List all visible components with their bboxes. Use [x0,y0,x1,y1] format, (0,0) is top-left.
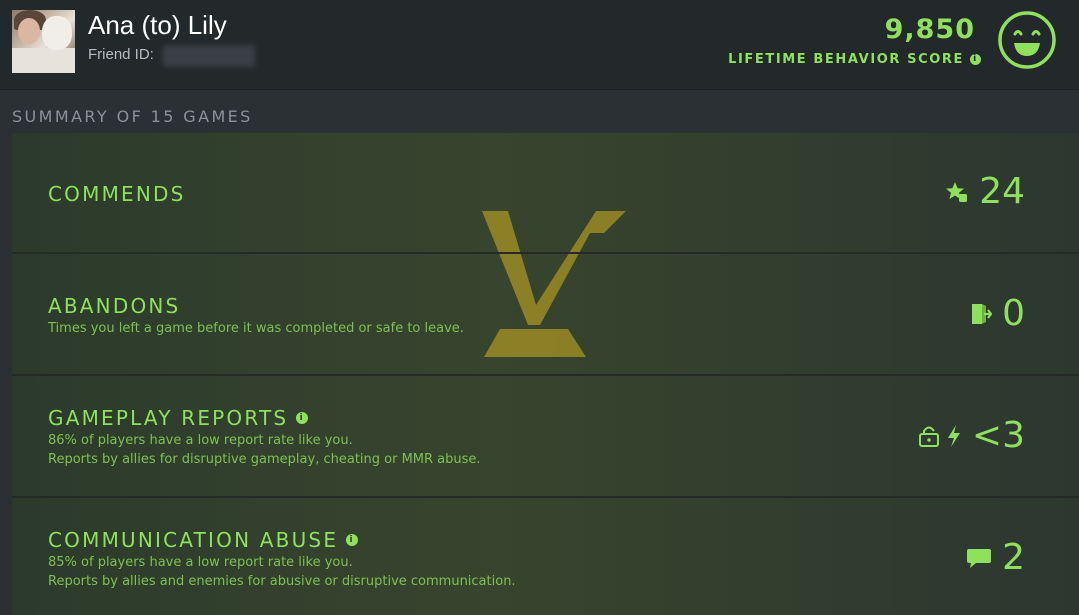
avatar-photo-cat [42,16,72,50]
lightning-icon [947,424,960,447]
avatar[interactable] [12,10,75,73]
commends-title: COMMENDS [48,182,186,206]
gameplay-reports-detail: Reports by allies for disruptive gamepla… [48,452,481,467]
abandons-title: ABANDONS [48,294,180,318]
gameplay-reports-title-text: GAMEPLAY REPORTS [48,406,289,430]
smiley-face-icon [998,11,1056,69]
communication-abuse-row: COMMUNICATION ABUSE i 85% of players hav… [12,498,1079,615]
communication-abuse-detail: Reports by allies and enemies for abusiv… [48,574,516,589]
info-icon[interactable]: i [346,534,359,546]
abandons-row: ABANDONS Times you left a game before it… [12,254,1079,376]
commends-row: COMMENDS 24 [12,133,1079,254]
communication-abuse-value: 2 [966,537,1025,578]
gameplay-reports-row: GAMEPLAY REPORTS i 86% of players have a… [12,376,1079,498]
commends-count: 24 [979,171,1025,212]
commends-value: 24 [945,171,1025,212]
exit-door-icon [972,303,993,324]
star-thumb-icon [946,181,968,202]
behavior-score-label-text: LIFETIME BEHAVIOR SCORE [728,52,964,67]
friend-id-label: Friend ID: [88,46,154,63]
avatar-photo-body [12,48,75,73]
abandons-count: 0 [1002,293,1025,334]
communication-abuse-count: 2 [1002,537,1025,578]
abandons-description: Times you left a game before it was comp… [48,321,464,336]
communication-abuse-title-text: COMMUNICATION ABUSE [48,528,339,552]
summary-title: SUMMARY OF 15 GAMES [12,107,253,126]
communication-abuse-description: 85% of players have a low report rate li… [48,553,516,591]
chat-bubble-icon [967,548,992,568]
communication-abuse-stat: 85% of players have a low report rate li… [48,555,353,570]
behavior-score-value: 9,850 [884,14,975,45]
gameplay-reports-value: <3 [918,415,1025,456]
abandons-title-text: ABANDONS [48,294,181,318]
info-icon[interactable]: i [296,412,309,424]
profile-header: Ana (to) Lily Friend ID: 9,850 LIFETIME … [0,0,1079,90]
lock-icon [918,426,939,447]
player-name: Ana (to) Lily [88,10,227,40]
communication-abuse-title: COMMUNICATION ABUSE i [48,528,359,552]
abandons-value: 0 [970,293,1025,334]
gameplay-reports-description: 86% of players have a low report rate li… [48,431,481,469]
friend-id-redacted [163,45,255,67]
gameplay-reports-title: GAMEPLAY REPORTS i [48,406,309,430]
info-icon[interactable]: i [970,54,981,65]
gameplay-reports-count: <3 [971,415,1025,456]
avatar-photo-face [18,18,40,44]
gameplay-reports-stat: 86% of players have a low report rate li… [48,433,353,448]
behavior-score-label: LIFETIME BEHAVIOR SCORE i [728,52,981,67]
commends-title-text: COMMENDS [48,182,186,206]
